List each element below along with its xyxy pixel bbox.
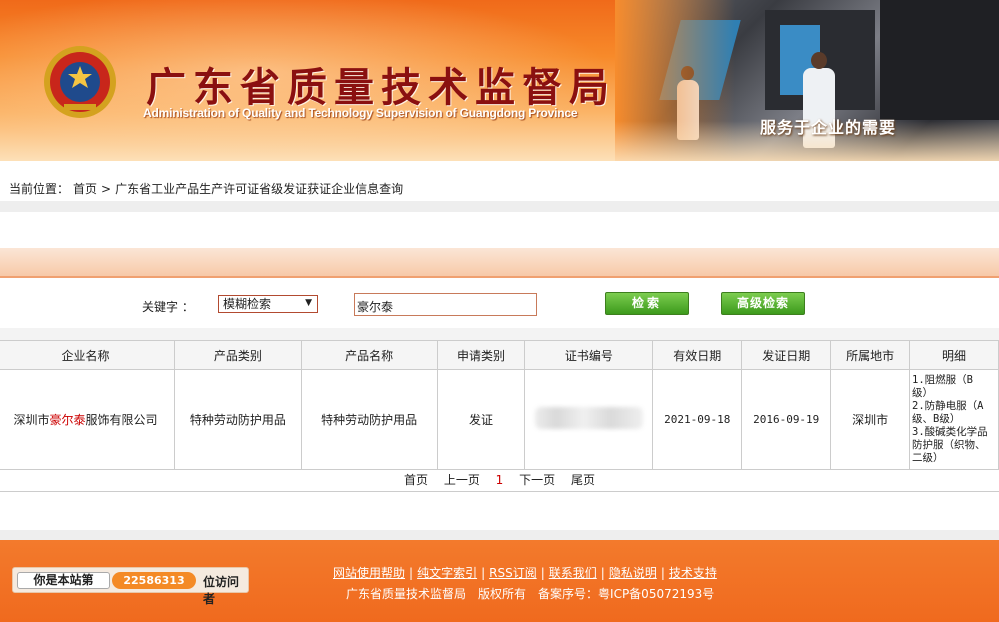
pager-first-link[interactable]: 首页 [404, 473, 428, 487]
divider-band-2 [0, 328, 999, 340]
counter-value: 22586313 [112, 572, 196, 589]
site-footer: 你是本站第 22586313 位访问者 网站使用帮助 | 纯文字索引 | RSS订阅 | 联… [0, 540, 999, 622]
site-header: 广东省质量技术监督局 Administration of Quality and… [0, 0, 999, 161]
divider-band [0, 201, 999, 212]
column-header: 产品名称 [300, 340, 438, 370]
column-header: 明细 [909, 340, 999, 370]
site-title-en: Administration of Quality and Technology… [143, 106, 578, 120]
footer-link-text-index[interactable]: 纯文字索引 [417, 566, 477, 580]
breadcrumb-prefix: 当前位置： [9, 182, 70, 196]
pager-current-page: 1 [495, 473, 504, 487]
detail-cell: 1.阻燃服（B 级） 2.防静电服（A 级、B级） 3.酸碱类化学品 防护服（织… [909, 369, 999, 470]
column-header: 产品类别 [173, 340, 302, 370]
footer-links: 网站使用帮助 | 纯文字索引 | RSS订阅 | 联系我们 | 隐私说明 | 技术支持 [333, 564, 717, 581]
breadcrumb-separator: > [101, 182, 112, 196]
column-header: 证书编号 [524, 340, 654, 370]
detail-line: 级） [912, 387, 934, 399]
column-header: 有效日期 [652, 340, 743, 370]
column-header: 发证日期 [741, 340, 832, 370]
footer-link-separator: | [481, 566, 486, 580]
keyword-label: 关键字 ： [142, 300, 194, 314]
cert-number-cell [524, 369, 654, 470]
search-mode-select[interactable]: 模糊检索 ▼ [218, 295, 318, 313]
footer-link-separator: | [660, 566, 665, 580]
header-slogan: 服务于企业的需要 [760, 118, 897, 137]
detail-line: 3.酸碱类化学品 [912, 426, 988, 438]
column-header: 申请类别 [436, 340, 526, 370]
footer-link-help[interactable]: 网站使用帮助 [333, 566, 405, 580]
pager-next-link[interactable]: 下一页 [519, 473, 555, 487]
section-band [0, 248, 999, 278]
breadcrumb-home-link[interactable]: 首页 [73, 182, 97, 196]
footer-org: 广东省质量技术监督局 [346, 587, 467, 601]
detail-line: 防护服（织物、 [912, 439, 986, 451]
footer-rights: 版权所有 [478, 587, 527, 601]
footer-link-separator: | [409, 566, 414, 580]
site-title-cn: 广东省质量技术监督局 [146, 64, 616, 111]
footer-link-separator: | [600, 566, 605, 580]
national-emblem-icon [44, 46, 116, 118]
breadcrumb-current: 广东省工业产品生产许可证省级发证获证企业信息查询 [115, 182, 404, 196]
search-button[interactable]: 检索 [605, 292, 689, 315]
footer-link-separator: | [540, 566, 545, 580]
column-header: 企业名称 [0, 340, 175, 370]
detail-line: 1.阻燃服（B [912, 374, 973, 386]
breadcrumb: 当前位置： 首页 > 广东省工业产品生产许可证省级发证获证企业信息查询 [9, 180, 407, 197]
city-cell: 深圳市 [830, 369, 911, 470]
company-highlight: 豪尔泰 [49, 413, 86, 427]
pager-last-link[interactable]: 尾页 [571, 473, 595, 487]
company-prefix: 深圳市 [13, 413, 50, 427]
cert-number-redacted [534, 407, 643, 429]
apply-type-cell: 发证 [436, 369, 526, 470]
detail-line: 级、B级） [912, 413, 961, 425]
detail-line: 二级） [912, 452, 944, 464]
table-row[interactable]: 深圳市豪尔泰服饰有限公司 特种劳动防护用品 特种劳动防护用品 发证 2021-0… [0, 369, 999, 470]
company-name-cell[interactable]: 深圳市豪尔泰服饰有限公司 [0, 369, 175, 470]
detail-line: 2.防静电服（A [912, 400, 984, 412]
footer-copyright: 广东省质量技术监督局 版权所有 备案序号：粤ICP备05072193号 [346, 585, 726, 602]
product-category-cell: 特种劳动防护用品 [173, 369, 302, 470]
visitor-counter: 你是本站第 22586313 位访问者 [12, 567, 249, 606]
results-table: 企业名称 产品类别 产品名称 申请类别 证书编号 有效日期 发证日期 所属地市 … [0, 340, 999, 470]
column-header: 所属地市 [830, 340, 911, 370]
footer-link-support[interactable]: 技术支持 [669, 566, 717, 580]
divider-band-3 [0, 530, 999, 540]
footer-icp: 备案序号：粤ICP备05072193号 [538, 587, 715, 601]
keyword-input[interactable]: 豪尔泰 [354, 293, 537, 316]
valid-date-cell: 2021-09-18 [652, 369, 743, 470]
pagination: 首页 上一页 1 下一页 尾页 [0, 470, 999, 492]
product-name-cell: 特种劳动防护用品 [300, 369, 438, 470]
footer-link-privacy[interactable]: 隐私说明 [609, 566, 657, 580]
counter-suffix: 位访问者 [203, 575, 240, 606]
issue-date-cell: 2016-09-19 [741, 369, 832, 470]
dropdown-arrow-icon: ▼ [305, 298, 312, 308]
advanced-search-button[interactable]: 高级检索 [721, 292, 805, 315]
search-mode-value: 模糊检索 [223, 297, 272, 311]
counter-label: 你是本站第 [17, 572, 110, 589]
pager-prev-link[interactable]: 上一页 [444, 473, 480, 487]
footer-link-rss[interactable]: RSS订阅 [489, 566, 537, 580]
table-header-row: 企业名称 产品类别 产品名称 申请类别 证书编号 有效日期 发证日期 所属地市 … [0, 340, 999, 370]
company-suffix: 服饰有限公司 [85, 413, 158, 427]
footer-link-contact[interactable]: 联系我们 [549, 566, 597, 580]
